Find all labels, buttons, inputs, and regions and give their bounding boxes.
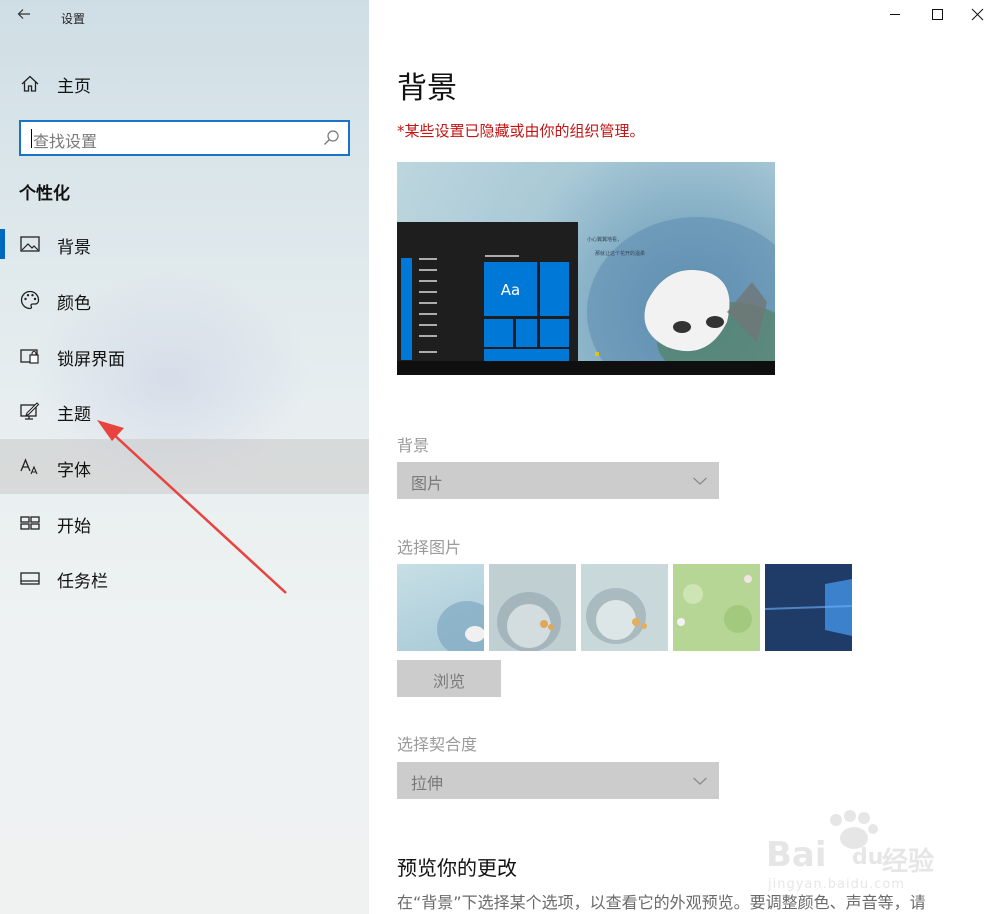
theme-icon	[20, 402, 40, 420]
background-label: 背景	[397, 436, 430, 455]
sidebar-item-label: 字体	[57, 461, 91, 481]
start-icon	[20, 516, 40, 530]
sidebar-item-home[interactable]: 主页	[0, 66, 369, 102]
search-icon[interactable]	[322, 129, 340, 147]
back-button[interactable]	[10, 4, 38, 28]
dropdown-value: 图片	[411, 474, 444, 493]
sidebar: 设置 主页 查找设置 个性化 背景 颜色 锁屏界面 主题 字体 开始 任务栏	[0, 0, 369, 914]
watermark-brand: Bai	[766, 835, 827, 875]
lock-screen-icon	[20, 349, 39, 364]
minimize-icon	[890, 14, 900, 15]
wallpaper-text-1: 小心翼翼地看，	[587, 237, 623, 243]
page-title: 背景	[397, 71, 457, 106]
sidebar-item-label: 开始	[57, 517, 91, 537]
section-heading: 个性化	[19, 184, 70, 204]
browse-button[interactable]: 浏览	[397, 660, 501, 697]
sidebar-item-label: 背景	[57, 238, 91, 258]
watermark-url: jingyan.baidu.com	[768, 877, 905, 892]
sidebar-item-label: 颜色	[57, 294, 91, 314]
background-preview: Aa 小心翼翼地看， 那就让这个花开的温柔	[397, 162, 775, 375]
sidebar-item-label: 主题	[57, 405, 91, 425]
choose-picture-label: 选择图片	[397, 538, 462, 557]
home-icon	[21, 75, 39, 92]
back-arrow-icon	[17, 9, 30, 19]
chevron-down-icon	[693, 777, 707, 785]
sidebar-item-start[interactable]: 开始	[0, 495, 369, 550]
picture-icon	[20, 236, 40, 252]
picture-thumbnail[interactable]	[765, 564, 852, 651]
picture-thumbnail[interactable]	[489, 564, 576, 651]
close-icon	[971, 8, 984, 21]
sidebar-item-background[interactable]: 背景	[0, 216, 369, 271]
sidebar-item-label: 主页	[57, 77, 91, 97]
sidebar-item-fonts[interactable]: 字体	[0, 439, 369, 494]
watermark-brand-suffix: du	[852, 845, 884, 870]
sidebar-item-label: 锁屏界面	[57, 350, 125, 370]
picture-thumbnail[interactable]	[581, 564, 668, 651]
palette-icon	[20, 290, 40, 310]
policy-warning: *某些设置已隐藏或由你的组织管理。	[397, 122, 645, 140]
sidebar-item-colors[interactable]: 颜色	[0, 272, 369, 327]
sidebar-item-taskbar[interactable]: 任务栏	[0, 550, 369, 605]
tile-label: Aa	[500, 281, 521, 299]
picture-thumbnail[interactable]	[673, 564, 760, 651]
browse-label: 浏览	[432, 672, 465, 691]
background-dropdown[interactable]: 图片	[397, 462, 719, 499]
app-title: 设置	[61, 12, 86, 26]
fit-dropdown[interactable]: 拉伸	[397, 762, 719, 799]
fit-label: 选择契合度	[397, 735, 478, 754]
text-cursor	[31, 129, 32, 148]
close-button[interactable]	[954, 0, 1000, 30]
wallpaper-text-2: 那就让这个花开的温柔	[595, 251, 646, 257]
baidu-watermark: Bai du 经验 jingyan.baidu.com	[764, 805, 954, 895]
dropdown-value: 拉伸	[411, 774, 444, 793]
watermark-cn: 经验	[882, 847, 935, 877]
search-input[interactable]: 查找设置	[19, 120, 350, 156]
taskbar-icon	[20, 572, 40, 585]
chevron-down-icon	[693, 477, 707, 485]
font-icon	[20, 458, 38, 475]
picture-thumbnail[interactable]	[397, 564, 484, 651]
wallpaper-preview-image	[397, 217, 775, 375]
preview-section-title: 预览你的更改	[397, 856, 517, 880]
search-placeholder: 查找设置	[33, 132, 98, 151]
sidebar-item-themes[interactable]: 主题	[0, 383, 369, 438]
sidebar-item-lock-screen[interactable]: 锁屏界面	[0, 328, 369, 383]
sidebar-item-label: 任务栏	[57, 572, 108, 592]
minimize-button[interactable]	[872, 0, 918, 30]
